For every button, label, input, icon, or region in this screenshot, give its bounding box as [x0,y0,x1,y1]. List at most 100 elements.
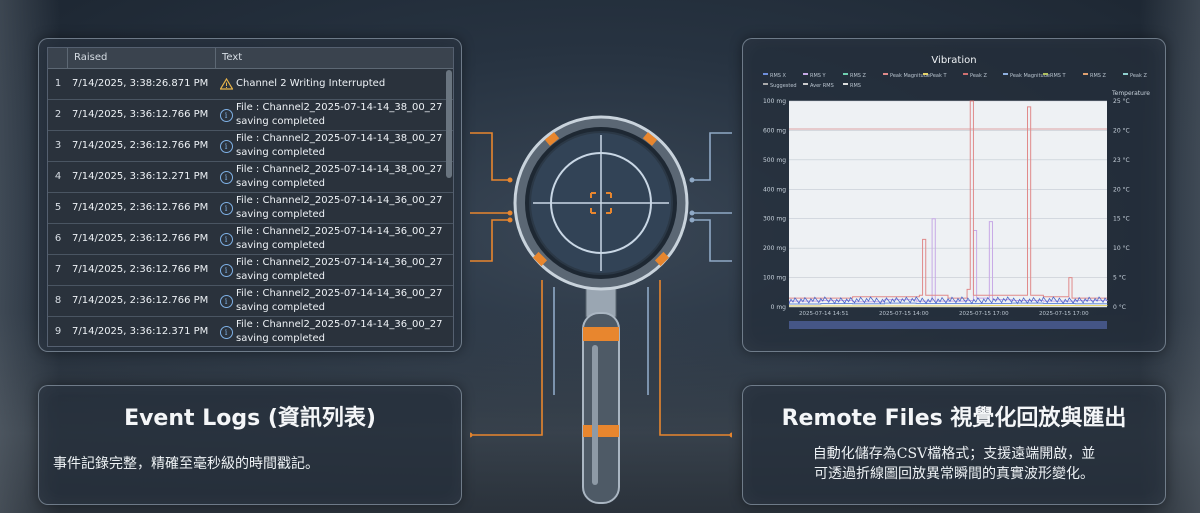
table-row[interactable]: 8 7/14/2025, 2:36:12.766 PM i File : Channe… [48,286,453,317]
legend-swatch [923,73,928,75]
row-text-line2: saving completed [236,333,325,344]
row-text-line2: saving completed [236,147,325,158]
row-raised-time: 7/14/2025, 3:36:12.371 PM [72,326,209,337]
column-header-raised[interactable]: Raised [68,48,216,68]
column-header-index[interactable] [48,48,68,68]
legend-entry: RMS X [770,73,787,79]
info-icon: i [219,294,233,308]
scrollbar[interactable] [446,70,452,178]
row-icon [216,69,236,99]
vibration-chart: VibrationRMS X RMS Y RMS Z Peak Magnitude Pe… [763,55,1150,329]
row-text: File : Channel2_2025-07-14-14_36_00_276s… [236,317,442,346]
table-row[interactable]: 3 7/14/2025, 2:36:12.766 PM i File : Channe… [48,131,453,162]
info-icon: i [219,325,233,339]
row-text: File : Channel2_2025-07-14-14_36_00_276s… [236,286,442,316]
legend-swatch [1123,73,1128,75]
row-index: 2 [54,109,62,120]
y-tick-left: 600 mg [763,127,786,134]
table-body: 1 7/14/2025, 3:38:26.871 PM Channel 2 Writ… [48,69,453,346]
magnifier-illustration [470,115,732,504]
legend-entry: Suggested [770,83,797,89]
row-icon: i [216,162,236,192]
row-raised-time: 7/14/2025, 2:36:12.766 PM [72,140,209,151]
row-icon: i [216,317,236,346]
column-header-text[interactable]: Text [216,48,446,68]
y-tick-left: 200 mg [763,245,786,252]
x-tick-label: 2025-07-14 14:51 [799,311,849,317]
y-tick-right: 23 °C [1113,157,1130,164]
y-tick-left: 100 mg [763,275,786,282]
legend-swatch [883,73,888,75]
legend-swatch [1083,73,1088,75]
y-tick-right: 10 °C [1113,245,1130,252]
legend-entry: RMS Y [810,73,827,79]
table-row[interactable]: 1 7/14/2025, 3:38:26.871 PM Channel 2 Writ… [48,69,453,100]
info-icon: i [219,139,233,153]
row-text-line2: saving completed [236,116,325,127]
row-text: File : Channel2_2025-07-14-14_36_00_276s… [236,193,442,223]
event-logs-caption: Event Logs (資訊列表) 事件記錄完整，精確至毫秒級的時間戳記。 [38,385,462,505]
info-icon: i [219,170,233,184]
table-row[interactable]: 7 7/14/2025, 2:36:12.766 PM i File : Channe… [48,255,453,286]
legend-swatch [1003,73,1008,75]
event-logs-description: 事件記錄完整，精確至毫秒級的時間戳記。 [53,456,319,472]
legend-swatch [963,73,968,75]
info-icon: i [219,263,233,277]
y-tick-right: 25 °C [1113,98,1130,105]
x-tick-label: 2025-07-15 17:00 [1039,311,1089,317]
warning-icon [219,78,233,90]
event-logs-title: Event Logs (資訊列表) [124,406,376,431]
row-index: 9 [54,326,62,337]
remote-files-description: 自動化儲存為CSV檔格式；支援遠端開啟，並 可透過折線圖回放異常瞬間的真實波形變… [757,444,1151,484]
row-text-line1: File : Channel2_2025-07-14-14_36_00_276 [236,226,442,237]
row-icon: i [216,193,236,223]
legend-entry: RMS T [1050,73,1067,79]
row-text: Channel 2 Writing Interrupted [236,69,442,99]
table-row[interactable]: 2 7/14/2025, 3:36:12.766 PM i File : Channe… [48,100,453,131]
row-text-line1: File : Channel2_2025-07-14-14_36_00_276 [236,257,442,268]
table-row[interactable]: 9 7/14/2025, 3:36:12.371 PM i File : Channe… [48,317,453,346]
row-text-line1: File : Channel2_2025-07-14-14_38_00_276 [236,164,442,175]
row-raised-time: 7/14/2025, 2:36:12.766 PM [72,295,209,306]
row-text-line2: saving completed [236,178,325,189]
row-text-line1: File : Channel2_2025-07-14-14_36_00_276 [236,288,442,299]
info-icon: i [219,201,233,215]
y-tick-right: 20 °C [1113,127,1130,134]
x-tick-label: 2025-07-15 17:00 [959,311,1009,317]
legend-swatch [763,73,768,75]
row-text-line2: saving completed [236,302,325,313]
row-raised-time: 7/14/2025, 2:36:12.766 PM [72,202,209,213]
y-axis-right-label: Temperature [1111,90,1150,97]
remote-files-description-line1: 自動化儲存為CSV檔格式；支援遠端開啟，並 [812,446,1096,462]
row-raised-time: 7/14/2025, 2:36:12.766 PM [72,264,209,275]
row-text: File : Channel2_2025-07-14-14_36_00_276 s… [236,224,442,254]
legend-swatch [1043,73,1048,75]
table-row[interactable]: 6 7/14/2025, 2:36:12.766 PM i File : Channe… [48,224,453,255]
row-index: 3 [54,140,62,151]
table-row[interactable]: 5 7/14/2025, 2:36:12.766 PM i File : Channe… [48,193,453,224]
legend-entry: RMS Z [850,73,867,79]
legend-entry: Aver RMS [810,83,834,89]
y-tick-left: 100 mg [763,98,786,105]
row-text: File : Channel2_2025-07-14-14_38_00_276 s… [236,100,442,130]
row-text: File : Channel2_2025-07-14-14_36_00_276 s… [236,255,442,285]
row-text-line1: File : Channel2_2025-07-14-14_36_00_276 [236,319,442,330]
y-tick-right: 15 °C [1113,216,1130,223]
row-text-line1: File : Channel2_2025-07-14-14_36_00_276 [236,195,442,206]
row-text-line2: saving completed [236,209,325,220]
y-tick-left: 500 mg [763,157,786,164]
remote-files-title: Remote Files 視覺化回放與匯出 [781,406,1127,431]
table-header: Raised Text [48,48,453,69]
row-index: 4 [54,171,62,182]
table-row[interactable]: 4 7/14/2025, 3:36:12.271 PM i File : Channe… [48,162,453,193]
remote-files-caption: Remote Files 視覺化回放與匯出 自動化儲存為CSV檔格式；支援遠端開… [742,385,1166,505]
legend-swatch [803,73,808,75]
vibration-chart-panel: Vibration RMS X RMS Y RMS Z Peak Magnitude Pe… [742,38,1166,352]
legend-swatch [843,83,848,85]
legend-entry: RMS [850,83,861,89]
y-tick-left: 300 mg [763,216,786,223]
info-icon: i [219,232,233,246]
legend-swatch [763,83,768,85]
chart-title: Vibration [931,55,976,66]
event-log-table: Raised Text 1 7/14/2025, 3:38:26.871 PM Ch… [47,47,454,347]
